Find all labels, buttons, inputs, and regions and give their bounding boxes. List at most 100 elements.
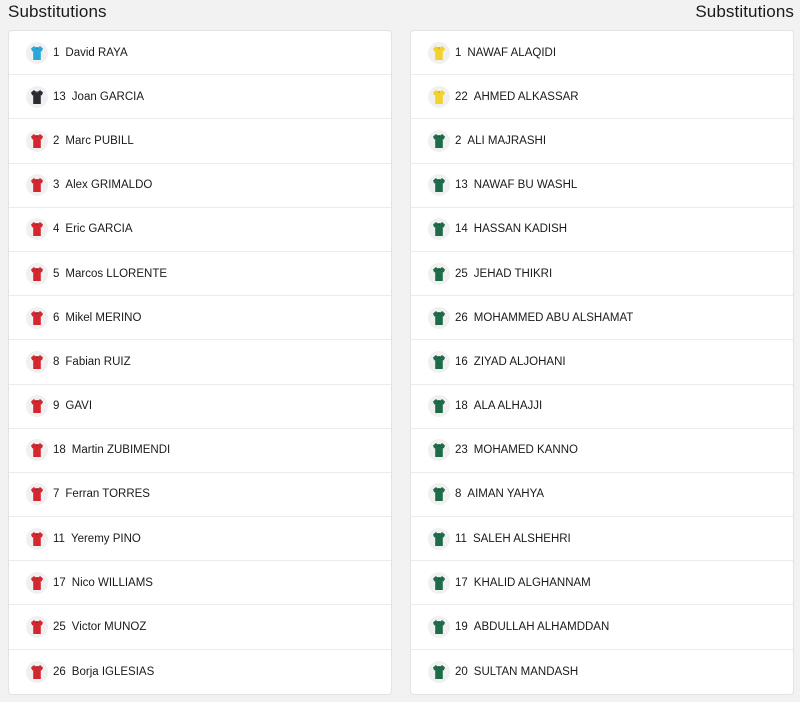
player-row[interactable]: 13 Joan GARCIA [9,75,391,120]
player-name: Alex GRIMALDO [65,179,153,192]
player-name: AIMAN YAHYA [467,488,545,501]
player-number: 11 [455,532,467,545]
player-row[interactable]: 18 Martin ZUBIMENDI [9,429,391,473]
player-number: 13 [53,90,66,103]
player-number: 25 [53,621,66,634]
player-row[interactable]: 23 MOHAMED KANNO [411,429,793,473]
shirt-icon [26,262,48,285]
player-number: 8 [53,355,60,368]
player-row[interactable]: 26 MOHAMMED ABU ALSHAMAT [411,296,793,341]
player-row[interactable]: 8 AIMAN YAHYA [411,473,793,518]
player-number: 17 [455,576,468,589]
player-name: Joan GARCIA [71,90,145,103]
shirt-icon [26,350,48,373]
player-row[interactable]: 2 ALI MAJRASHI [411,119,793,164]
player-name: SULTAN MANDASH [473,665,579,678]
player-number: 19 [455,621,468,634]
player-name: ALA ALHAJJI [473,400,543,413]
player-number: 9 [53,400,60,413]
player-row[interactable]: 11 SALEH ALSHEHRI [411,517,793,562]
player-number: 3 [53,179,60,192]
player-row[interactable]: 9 GAVI [9,385,391,429]
player-row[interactable]: 22 AHMED ALKASSAR [411,75,793,120]
shirt-icon [26,616,48,639]
player-name: Nico WILLIAMS [71,576,153,589]
shirt-icon [26,174,48,197]
player-number: 1 [53,46,60,59]
shirt-icon [26,129,48,152]
shirt-icon [26,395,48,418]
player-number: 2 [455,134,462,147]
player-name: NAWAF BU WASHL [473,179,578,192]
player-name: Fabian RUIZ [65,355,131,368]
player-name: Victor MUNOZ [71,621,147,634]
player-name: David RAYA [65,46,128,59]
player-row[interactable]: 4 Eric GARCIA [9,208,391,252]
player-name: AHMED ALKASSAR [473,90,579,103]
player-row[interactable]: 25 JEHAD THIKRI [411,252,793,297]
player-row[interactable]: 26 Borja IGLESIAS [9,650,391,694]
player-row[interactable]: 7 Ferran TORRES [9,473,391,518]
player-row[interactable]: 6 Mikel MERINO [9,296,391,341]
shirt-icon [26,306,48,329]
shirt-icon [428,571,450,594]
player-name: Marcos LLORENTE [65,267,168,280]
player-name: Borja IGLESIAS [71,665,155,678]
player-number: 23 [455,444,468,457]
player-number: 18 [53,444,66,457]
player-number: 26 [53,665,66,678]
player-number: 11 [53,532,65,545]
player-name: NAWAF ALAQIDI [467,46,557,59]
shirt-icon [26,527,48,550]
player-name: MOHAMED KANNO [473,444,578,457]
player-name: ABDULLAH ALHAMDDAN [473,621,610,634]
player-name: Mikel MERINO [65,311,142,324]
shirt-icon [26,439,48,462]
player-name: JEHAD THIKRI [473,267,553,280]
player-row[interactable]: 17 Nico WILLIAMS [9,561,391,606]
player-row[interactable]: 1 David RAYA [9,31,391,76]
player-number: 8 [455,488,462,501]
player-row[interactable]: 19 ABDULLAH ALHAMDDAN [411,605,793,650]
player-name: ALI MAJRASHI [467,134,547,147]
shirt-icon [428,483,450,506]
player-row[interactable]: 17 KHALID ALGHANNAM [411,561,793,606]
player-number: 18 [455,400,468,413]
player-name: SALEH ALSHEHRI [472,532,571,545]
shirt-icon [26,483,48,506]
player-row[interactable]: 11 Yeremy PINO [9,517,391,562]
shirt-icon [26,41,48,64]
shirt-icon [428,174,450,197]
player-name: Eric GARCIA [65,223,133,236]
player-row[interactable]: 25 Victor MUNOZ [9,605,391,650]
player-number: 2 [53,134,60,147]
shirt-icon [428,527,450,550]
home-substitutions-list: 1 David RAYA 13 Joan GARCIA 2 Marc PUBILL 3 Ale… [8,30,392,695]
player-number: 25 [455,267,468,280]
player-row[interactable]: 13 NAWAF BU WASHL [411,164,793,208]
shirt-icon [26,660,48,683]
player-number: 1 [455,46,462,59]
away-substitutions-column: Substitutions 1 NAWAF ALAQIDI 22 AHMED ALKA… [410,0,794,695]
player-name: MOHAMMED ABU ALSHAMAT [473,311,634,324]
player-row[interactable]: 1 NAWAF ALAQIDI [411,31,793,76]
shirt-icon [428,660,450,683]
player-row[interactable]: 20 SULTAN MANDASH [411,650,793,694]
player-name: ZIYAD ALJOHANI [473,355,566,368]
away-substitutions-list: 1 NAWAF ALAQIDI 22 AHMED ALKASSAR 2 ALI MAJRA… [410,30,794,695]
home-substitutions-title: Substitutions [8,2,107,21]
player-row[interactable]: 16 ZIYAD ALJOHANI [411,340,793,385]
player-row[interactable]: 14 HASSAN KADISH [411,208,793,252]
shirt-icon [26,85,48,108]
away-substitutions-title: Substitutions [695,2,794,21]
shirt-icon [428,41,450,64]
shirt-icon [428,129,450,152]
player-name: Yeremy PINO [70,532,141,545]
player-row[interactable]: 2 Marc PUBILL [9,119,391,164]
player-number: 17 [53,576,66,589]
shirt-icon [428,218,450,241]
player-row[interactable]: 8 Fabian RUIZ [9,340,391,385]
player-row[interactable]: 18 ALA ALHAJJI [411,385,793,429]
player-row[interactable]: 5 Marcos LLORENTE [9,252,391,297]
player-row[interactable]: 3 Alex GRIMALDO [9,164,391,208]
